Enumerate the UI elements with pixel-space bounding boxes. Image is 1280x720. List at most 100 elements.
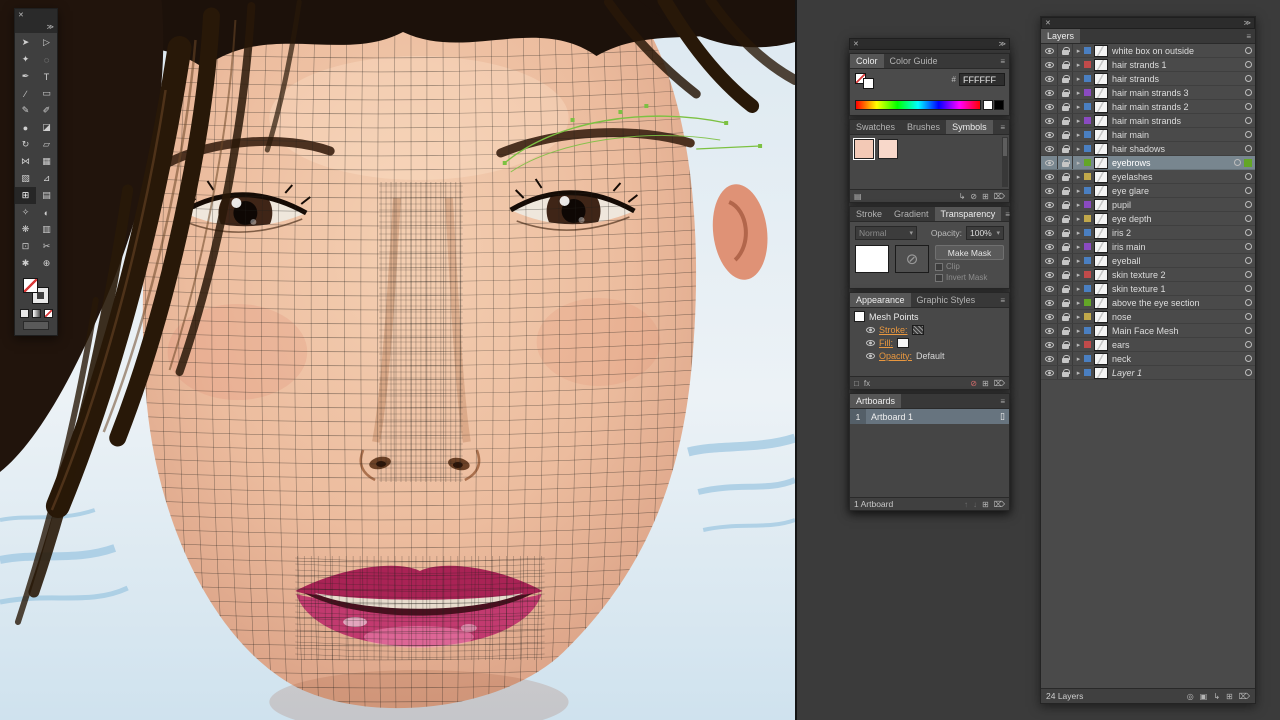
layer-name[interactable]: hair main strands 2 [1112,102,1242,112]
layer-row-hair-strands[interactable]: ▸hair strands [1041,72,1255,86]
lock-toggle[interactable] [1058,240,1073,253]
layer-name[interactable]: eye depth [1112,214,1242,224]
artboard-row[interactable]: 1 Artboard 1 ▯ [850,409,1009,424]
lock-toggle[interactable] [1058,366,1073,379]
expand-triangle-icon[interactable]: ▸ [1073,187,1084,195]
lock-toggle[interactable] [1058,324,1073,337]
stroke-attribute-row[interactable]: Stroke: [850,323,1009,336]
expand-triangle-icon[interactable]: ▸ [1073,341,1084,349]
layer-name[interactable]: eyebrows [1112,158,1231,168]
type-tool[interactable]: T [36,68,57,85]
paintbrush-tool[interactable]: ✎ [15,102,36,119]
opacity-select[interactable]: 100%▾ [966,226,1004,240]
visibility-toggle[interactable] [1041,366,1058,379]
layer-name[interactable]: hair shadows [1112,144,1242,154]
layer-thumbnail[interactable] [1094,171,1108,183]
panel-menu-icon[interactable]: ≡ [996,394,1009,408]
layer-thumbnail[interactable] [1094,227,1108,239]
rectangle-tool[interactable]: ▭ [36,85,57,102]
gradient-mode-button[interactable] [32,309,41,318]
symbol-sprayer-tool[interactable]: ❋ [15,221,36,238]
layer-thumbnail[interactable] [1094,101,1108,113]
layer-name[interactable]: skin texture 2 [1112,270,1242,280]
visibility-toggle[interactable] [1041,324,1058,337]
expand-triangle-icon[interactable]: ▸ [1073,75,1084,83]
break-symbol-link-icon[interactable]: ⊘ [970,192,977,201]
rotate-tool[interactable]: ↻ [15,136,36,153]
line-segment-tool[interactable]: ∕ [15,85,36,102]
layer-thumbnail[interactable] [1094,129,1108,141]
expand-triangle-icon[interactable]: ▸ [1073,229,1084,237]
layer-thumbnail[interactable] [1094,143,1108,155]
lock-toggle[interactable] [1058,338,1073,351]
direct-selection-tool[interactable]: ▷ [36,34,57,51]
selection-tool[interactable]: ➤ [15,34,36,51]
column-graph-tool[interactable]: ▥ [36,221,57,238]
add-new-effect-icon[interactable]: fx [864,379,870,388]
layer-row-eyebrows[interactable]: ▸eyebrows [1041,156,1255,170]
layer-target-icon[interactable] [1242,229,1255,236]
none-mode-button[interactable] [44,309,53,318]
expand-triangle-icon[interactable]: ▸ [1073,145,1084,153]
visibility-toggle[interactable] [1041,198,1058,211]
visibility-toggle[interactable] [1041,86,1058,99]
layer-row-ears[interactable]: ▸ ears [1041,338,1255,352]
layer-thumbnail[interactable] [1094,283,1108,295]
layer-thumbnail[interactable] [1094,325,1108,337]
tab-transparency[interactable]: Transparency [935,207,1002,221]
layer-thumbnail[interactable] [1094,87,1108,99]
layer-target-icon[interactable] [1242,257,1255,264]
layer-target-icon[interactable] [1242,61,1255,68]
tab-gradient[interactable]: Gradient [888,207,935,221]
layer-target-icon[interactable] [1242,271,1255,278]
zoom-tool[interactable]: ⊕ [36,255,57,272]
visibility-toggle[interactable] [1041,142,1058,155]
blob-brush-tool[interactable]: ● [15,119,36,136]
layer-target-icon[interactable] [1242,117,1255,124]
free-transform-tool[interactable]: ▦ [36,153,57,170]
layer-name[interactable]: ears [1112,340,1242,350]
layer-thumbnail[interactable] [1094,59,1108,71]
clip-checkbox[interactable]: Clip [935,262,1004,271]
delete-artboard-icon[interactable]: ⌦ [994,500,1005,509]
color-mode-button[interactable] [20,309,29,318]
fill-label[interactable]: Fill: [879,338,893,348]
layer-thumbnail[interactable] [1094,353,1108,365]
width-tool[interactable]: ⋈ [15,153,36,170]
expand-triangle-icon[interactable]: ▸ [1073,355,1084,363]
layer-name[interactable]: Layer 1 [1112,368,1242,378]
visibility-toggle[interactable] [1041,226,1058,239]
lock-toggle[interactable] [1058,156,1073,169]
visibility-icon[interactable] [866,340,875,346]
artboard-tool[interactable]: ⊡ [15,238,36,255]
layer-thumbnail[interactable] [1094,367,1108,379]
lock-toggle[interactable] [1058,72,1073,85]
layer-row-pupil[interactable]: ▸pupil [1041,198,1255,212]
tab-stroke[interactable]: Stroke [850,207,888,221]
lock-toggle[interactable] [1058,142,1073,155]
layer-row-iris-main[interactable]: ▸iris main [1041,240,1255,254]
layer-row-nose[interactable]: ▸nose [1041,310,1255,324]
panel-menu-icon[interactable]: ≡ [996,293,1009,307]
lock-toggle[interactable] [1058,310,1073,323]
visibility-toggle[interactable] [1041,100,1058,113]
layer-target-icon[interactable] [1231,159,1244,166]
layer-name[interactable]: iris main [1112,242,1242,252]
expand-triangle-icon[interactable]: ▸ [1073,369,1084,377]
layer-name[interactable]: Main Face Mesh [1112,326,1242,336]
lock-toggle[interactable] [1058,212,1073,225]
lock-toggle[interactable] [1058,268,1073,281]
layer-thumbnail[interactable] [1094,73,1108,85]
layer-target-icon[interactable] [1242,89,1255,96]
black-chip[interactable] [994,100,1004,110]
expand-triangle-icon[interactable]: ▸ [1073,47,1084,55]
layer-row-neck[interactable]: ▸neck [1041,352,1255,366]
tab-symbols[interactable]: Symbols [946,120,993,134]
layer-thumbnail[interactable] [1094,255,1108,267]
layer-name[interactable]: eye glare [1112,186,1242,196]
tab-swatches[interactable]: Swatches [850,120,901,134]
expand-triangle-icon[interactable]: ▸ [1073,131,1084,139]
visibility-toggle[interactable] [1041,240,1058,253]
mask-thumbnail[interactable]: ⊘ [895,245,929,273]
eraser-tool[interactable]: ◪ [36,119,57,136]
